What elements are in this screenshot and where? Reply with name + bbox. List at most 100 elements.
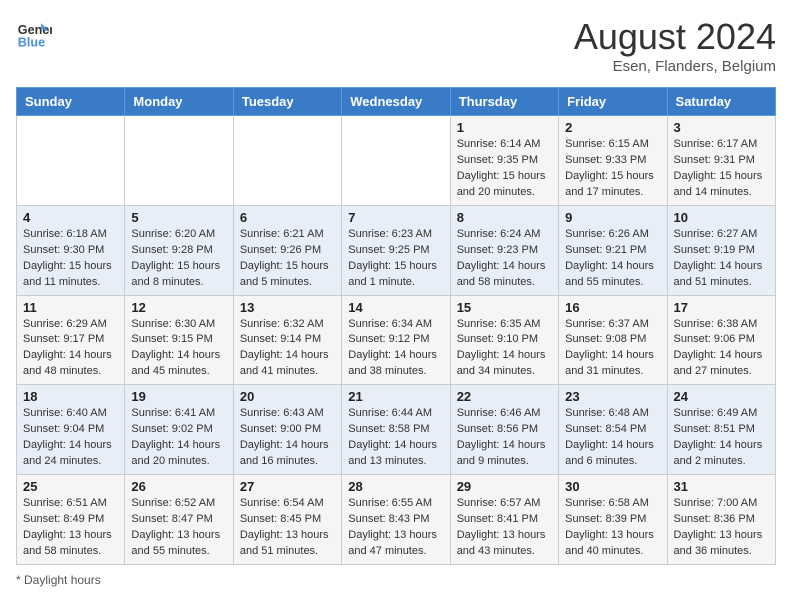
calendar-cell: 14 Sunrise: 6:34 AM Sunset: 9:12 PM Dayli… bbox=[342, 295, 450, 385]
calendar-cell: 17 Sunrise: 6:38 AM Sunset: 9:06 PM Dayli… bbox=[667, 295, 775, 385]
daylight-label: Daylight hours bbox=[24, 573, 101, 587]
day-number: 18 bbox=[23, 389, 118, 404]
day-info: Sunrise: 6:38 AM Sunset: 9:06 PM Dayligh… bbox=[674, 317, 769, 381]
day-number: 13 bbox=[240, 300, 335, 315]
day-number: 4 bbox=[23, 210, 118, 225]
calendar-cell: 24 Sunrise: 6:49 AM Sunset: 8:51 PM Dayli… bbox=[667, 385, 775, 475]
day-info: Sunrise: 6:46 AM Sunset: 8:56 PM Dayligh… bbox=[457, 406, 552, 470]
day-info: Sunrise: 6:23 AM Sunset: 9:25 PM Dayligh… bbox=[348, 227, 443, 291]
day-number: 31 bbox=[674, 479, 769, 494]
weekday-header-wednesday: Wednesday bbox=[342, 88, 450, 116]
day-number: 15 bbox=[457, 300, 552, 315]
calendar-cell bbox=[17, 116, 125, 206]
weekday-header-friday: Friday bbox=[559, 88, 667, 116]
calendar-cell: 15 Sunrise: 6:35 AM Sunset: 9:10 PM Dayli… bbox=[450, 295, 558, 385]
day-number: 30 bbox=[565, 479, 660, 494]
day-number: 28 bbox=[348, 479, 443, 494]
day-number: 29 bbox=[457, 479, 552, 494]
day-number: 25 bbox=[23, 479, 118, 494]
day-info: Sunrise: 6:44 AM Sunset: 8:58 PM Dayligh… bbox=[348, 406, 443, 470]
day-info: Sunrise: 6:49 AM Sunset: 8:51 PM Dayligh… bbox=[674, 406, 769, 470]
month-year: August 2024 bbox=[574, 16, 776, 58]
calendar-cell: 16 Sunrise: 6:37 AM Sunset: 9:08 PM Dayli… bbox=[559, 295, 667, 385]
calendar-cell bbox=[342, 116, 450, 206]
calendar-cell: 11 Sunrise: 6:29 AM Sunset: 9:17 PM Dayli… bbox=[17, 295, 125, 385]
day-info: Sunrise: 6:20 AM Sunset: 9:28 PM Dayligh… bbox=[131, 227, 226, 291]
day-number: 24 bbox=[674, 389, 769, 404]
day-number: 1 bbox=[457, 120, 552, 135]
day-number: 10 bbox=[674, 210, 769, 225]
svg-text:Blue: Blue bbox=[18, 36, 45, 50]
calendar-cell: 21 Sunrise: 6:44 AM Sunset: 8:58 PM Dayli… bbox=[342, 385, 450, 475]
day-info: Sunrise: 6:14 AM Sunset: 9:35 PM Dayligh… bbox=[457, 137, 552, 201]
day-info: Sunrise: 6:40 AM Sunset: 9:04 PM Dayligh… bbox=[23, 406, 118, 470]
day-number: 23 bbox=[565, 389, 660, 404]
day-number: 14 bbox=[348, 300, 443, 315]
logo-icon: General Blue bbox=[16, 16, 52, 52]
day-info: Sunrise: 6:24 AM Sunset: 9:23 PM Dayligh… bbox=[457, 227, 552, 291]
day-info: Sunrise: 6:51 AM Sunset: 8:49 PM Dayligh… bbox=[23, 496, 118, 560]
calendar-cell: 22 Sunrise: 6:46 AM Sunset: 8:56 PM Dayli… bbox=[450, 385, 558, 475]
page-header: General Blue August 2024 Esen, Flanders,… bbox=[16, 16, 776, 75]
calendar-cell: 20 Sunrise: 6:43 AM Sunset: 9:00 PM Dayli… bbox=[233, 385, 341, 475]
calendar-cell: 30Sunrise: 6:58 AM Sunset: 8:39 PM Dayli… bbox=[559, 475, 667, 565]
day-info: Sunrise: 6:41 AM Sunset: 9:02 PM Dayligh… bbox=[131, 406, 226, 470]
day-info: Sunrise: 6:43 AM Sunset: 9:00 PM Dayligh… bbox=[240, 406, 335, 470]
day-number: 9 bbox=[565, 210, 660, 225]
weekday-header-saturday: Saturday bbox=[667, 88, 775, 116]
title-block: August 2024 Esen, Flanders, Belgium bbox=[574, 16, 776, 75]
day-info: Sunrise: 6:35 AM Sunset: 9:10 PM Dayligh… bbox=[457, 317, 552, 381]
day-info: Sunrise: 6:55 AM Sunset: 8:43 PM Dayligh… bbox=[348, 496, 443, 560]
day-number: 20 bbox=[240, 389, 335, 404]
calendar-cell: 18 Sunrise: 6:40 AM Sunset: 9:04 PM Dayli… bbox=[17, 385, 125, 475]
day-info: Sunrise: 6:52 AM Sunset: 8:47 PM Dayligh… bbox=[131, 496, 226, 560]
day-info: Sunrise: 6:29 AM Sunset: 9:17 PM Dayligh… bbox=[23, 317, 118, 381]
calendar-cell: 19Sunrise: 6:41 AM Sunset: 9:02 PM Dayli… bbox=[125, 385, 233, 475]
calendar-cell: 29Sunrise: 6:57 AM Sunset: 8:41 PM Dayli… bbox=[450, 475, 558, 565]
calendar-cell: 1 Sunrise: 6:14 AM Sunset: 9:35 PM Daylig… bbox=[450, 116, 558, 206]
calendar-cell: 6 Sunrise: 6:21 AM Sunset: 9:26 PM Daylig… bbox=[233, 205, 341, 295]
day-info: Sunrise: 6:27 AM Sunset: 9:19 PM Dayligh… bbox=[674, 227, 769, 291]
day-info: Sunrise: 6:21 AM Sunset: 9:26 PM Dayligh… bbox=[240, 227, 335, 291]
calendar-cell: 27Sunrise: 6:54 AM Sunset: 8:45 PM Dayli… bbox=[233, 475, 341, 565]
day-info: Sunrise: 6:30 AM Sunset: 9:15 PM Dayligh… bbox=[131, 317, 226, 381]
day-info: Sunrise: 6:48 AM Sunset: 8:54 PM Dayligh… bbox=[565, 406, 660, 470]
day-number: 11 bbox=[23, 300, 118, 315]
day-number: 8 bbox=[457, 210, 552, 225]
day-info: Sunrise: 6:18 AM Sunset: 9:30 PM Dayligh… bbox=[23, 227, 118, 291]
calendar-cell: 25 Sunrise: 6:51 AM Sunset: 8:49 PM Dayli… bbox=[17, 475, 125, 565]
calendar-cell: 9 Sunrise: 6:26 AM Sunset: 9:21 PM Daylig… bbox=[559, 205, 667, 295]
day-info: Sunrise: 6:26 AM Sunset: 9:21 PM Dayligh… bbox=[565, 227, 660, 291]
day-number: 6 bbox=[240, 210, 335, 225]
calendar-cell: 26 Sunrise: 6:52 AM Sunset: 8:47 PM Dayli… bbox=[125, 475, 233, 565]
logo: General Blue bbox=[16, 16, 52, 52]
day-number: 26 bbox=[131, 479, 226, 494]
day-info: Sunrise: 6:37 AM Sunset: 9:08 PM Dayligh… bbox=[565, 317, 660, 381]
calendar-cell: 4 Sunrise: 6:18 AM Sunset: 9:30 PM Daylig… bbox=[17, 205, 125, 295]
calendar-cell bbox=[125, 116, 233, 206]
calendar-table: SundayMondayTuesdayWednesdayThursdayFrid… bbox=[16, 87, 776, 565]
day-number: 22 bbox=[457, 389, 552, 404]
calendar-cell: 31 Sunrise: 7:00 AM Sunset: 8:36 PM Dayli… bbox=[667, 475, 775, 565]
calendar-cell: 3Sunrise: 6:17 AM Sunset: 9:31 PM Daylig… bbox=[667, 116, 775, 206]
weekday-header-sunday: Sunday bbox=[17, 88, 125, 116]
location: Esen, Flanders, Belgium bbox=[574, 58, 776, 75]
calendar-week-row: 25 Sunrise: 6:51 AM Sunset: 8:49 PM Dayli… bbox=[17, 475, 776, 565]
day-info: Sunrise: 6:34 AM Sunset: 9:12 PM Dayligh… bbox=[348, 317, 443, 381]
day-number: 5 bbox=[131, 210, 226, 225]
day-number: 21 bbox=[348, 389, 443, 404]
day-number: 17 bbox=[674, 300, 769, 315]
weekday-header-monday: Monday bbox=[125, 88, 233, 116]
calendar-cell: 13Sunrise: 6:32 AM Sunset: 9:14 PM Dayli… bbox=[233, 295, 341, 385]
calendar-cell: 2Sunrise: 6:15 AM Sunset: 9:33 PM Daylig… bbox=[559, 116, 667, 206]
day-number: 16 bbox=[565, 300, 660, 315]
calendar-cell: 10 Sunrise: 6:27 AM Sunset: 9:19 PM Dayli… bbox=[667, 205, 775, 295]
day-info: Sunrise: 7:00 AM Sunset: 8:36 PM Dayligh… bbox=[674, 496, 769, 560]
calendar-cell: 12Sunrise: 6:30 AM Sunset: 9:15 PM Dayli… bbox=[125, 295, 233, 385]
weekday-header-tuesday: Tuesday bbox=[233, 88, 341, 116]
calendar-week-row: 4 Sunrise: 6:18 AM Sunset: 9:30 PM Daylig… bbox=[17, 205, 776, 295]
day-info: Sunrise: 6:54 AM Sunset: 8:45 PM Dayligh… bbox=[240, 496, 335, 560]
day-number: 7 bbox=[348, 210, 443, 225]
calendar-week-row: 11 Sunrise: 6:29 AM Sunset: 9:17 PM Dayli… bbox=[17, 295, 776, 385]
footer-note: * Daylight hours bbox=[16, 573, 776, 587]
